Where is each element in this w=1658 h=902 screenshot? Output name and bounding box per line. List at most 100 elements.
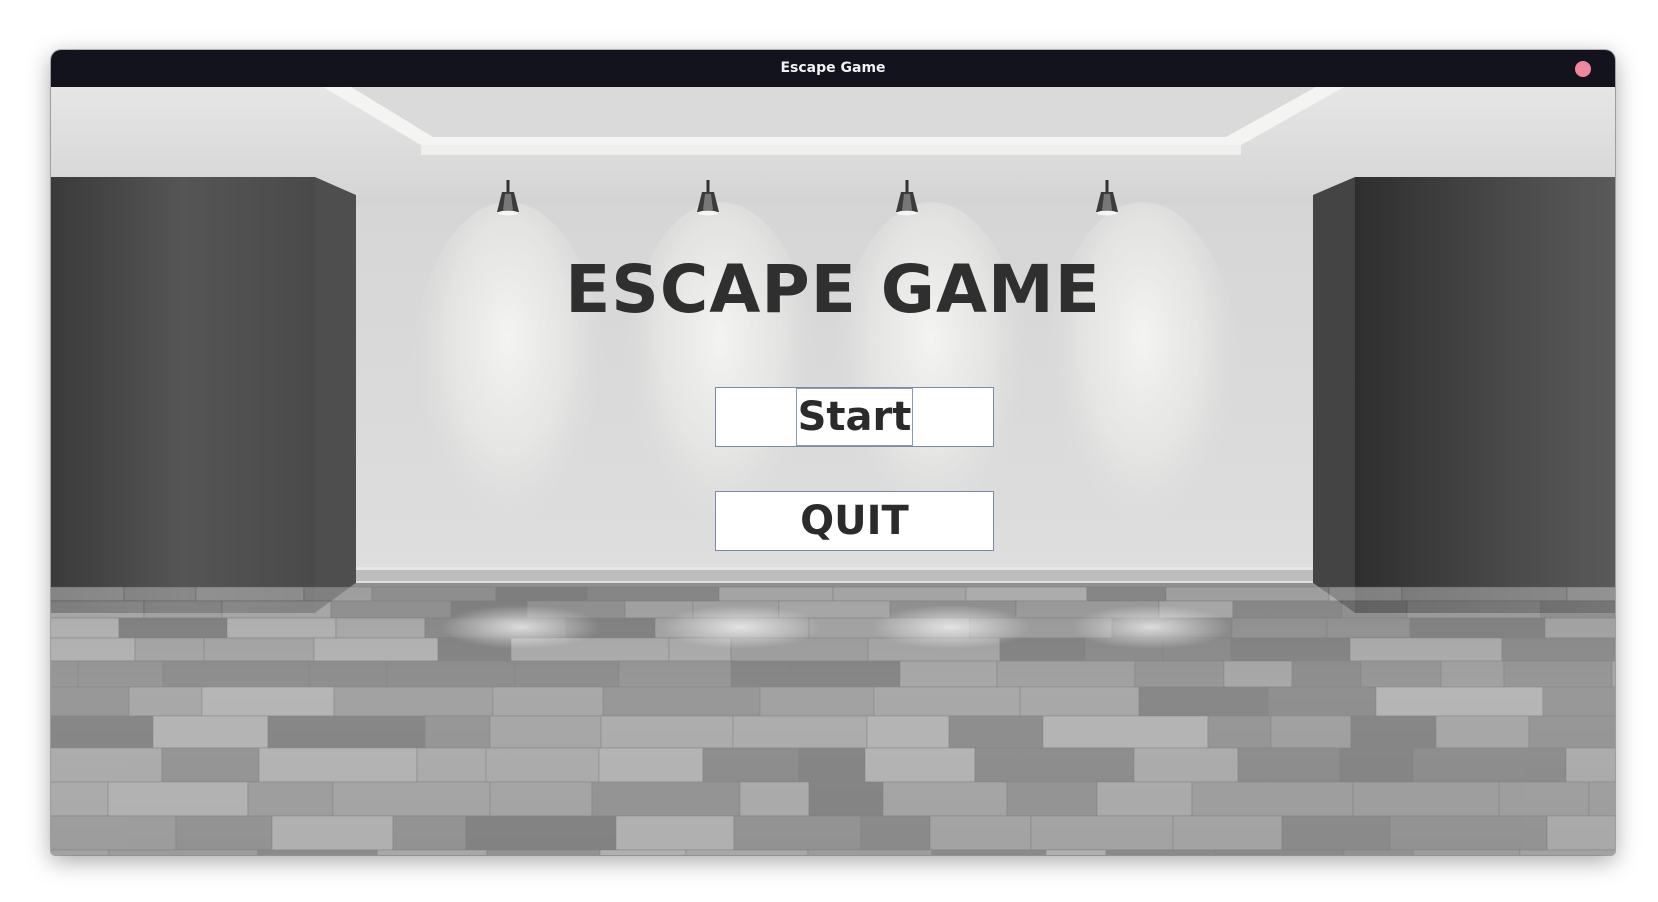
floor-plank [1546, 815, 1615, 851]
floor-plank [1215, 849, 1345, 855]
floor-plank [332, 781, 491, 817]
floor-plank [1401, 586, 1568, 602]
close-icon[interactable] [1575, 61, 1591, 77]
floor-plank [1412, 747, 1567, 783]
start-button[interactable]: Start [715, 387, 994, 447]
floor-plank [128, 686, 203, 717]
floor-plank [51, 715, 154, 749]
floor-plank [586, 586, 720, 602]
floor-plank [860, 815, 931, 851]
floor-plank [598, 747, 704, 783]
floor-plank [1440, 660, 1505, 688]
floor-plank [51, 747, 163, 783]
floor-plank [107, 781, 249, 817]
floor-plank [333, 686, 494, 717]
start-button-label: Start [795, 388, 914, 446]
floor-plank [258, 747, 418, 783]
floor-plank [807, 849, 933, 855]
floor-plank [1566, 586, 1615, 602]
game-scene: ESCAPE GAME Start QUIT [51, 87, 1615, 855]
floor-plank [1165, 586, 1330, 602]
floor-plank [1096, 781, 1193, 817]
floor-plank [1406, 600, 1542, 619]
floor-plank [618, 660, 732, 688]
floor-plank [330, 600, 452, 619]
floor-plank [51, 600, 145, 619]
floor-plank [465, 815, 617, 851]
floor-plank [1230, 637, 1351, 662]
floor-plank [143, 600, 223, 619]
floor-plank [1270, 715, 1352, 749]
floor-plank [948, 715, 1044, 749]
floor-plank [495, 586, 588, 602]
floor-plank [1565, 747, 1615, 783]
floor-plank [308, 660, 388, 688]
floor-plank [1540, 600, 1615, 619]
floor-plank [1503, 660, 1613, 688]
floor-plank [371, 586, 497, 602]
floor-plank [1138, 686, 1269, 717]
floor-plank [51, 586, 125, 602]
floor-plank [864, 747, 976, 783]
floor-plank [602, 686, 761, 717]
floor-plank [1134, 660, 1225, 688]
floor-plank [866, 715, 950, 749]
floor-plank [226, 617, 337, 639]
floor-plank [152, 715, 269, 749]
floor-plank [257, 849, 378, 855]
floor-plank [51, 849, 110, 855]
floor-plank [1207, 715, 1272, 749]
floor-plank [195, 586, 305, 602]
floor-plank [201, 686, 335, 717]
floor-plank [203, 637, 315, 662]
floor-plank [1528, 715, 1615, 749]
floor-plank [267, 715, 426, 749]
floor-plank [1172, 815, 1283, 851]
floor-plank [798, 747, 866, 783]
floor-plank [247, 781, 334, 817]
floor-plank [1343, 849, 1414, 855]
floor-plank [1360, 660, 1442, 688]
floor-plank [1328, 586, 1403, 602]
floor-plank [335, 617, 426, 639]
floor-plank [485, 747, 600, 783]
floor-plank [313, 637, 439, 662]
floor-plank [591, 781, 741, 817]
floor-plank [271, 815, 394, 851]
floor-plank [51, 781, 109, 817]
floor-plank [733, 815, 862, 851]
floor-plank [51, 660, 79, 688]
floor-plank [1409, 617, 1546, 639]
floor-plank [134, 637, 205, 662]
floor-plank [489, 715, 602, 749]
floor-plank [1237, 747, 1341, 783]
floor-plank [832, 586, 967, 602]
floor-plank [1339, 747, 1414, 783]
game-window: Escape Game ESCAPE GAME Start QUIT [51, 50, 1615, 855]
floor-plank [873, 686, 1021, 717]
floor-plank [1045, 849, 1107, 855]
title-bar[interactable]: Escape Game [51, 50, 1615, 87]
floor-plank [999, 637, 1086, 662]
floor-plank [1291, 660, 1362, 688]
floor-plank [492, 686, 604, 717]
floor-plank [996, 660, 1136, 688]
window-title: Escape Game [780, 60, 886, 76]
floor-plank [899, 660, 998, 688]
floor-plank [1375, 686, 1544, 717]
floor-plank [1501, 637, 1615, 662]
floor-plank [929, 815, 1032, 851]
floor-plank [965, 586, 1088, 602]
floor-plank [790, 660, 901, 688]
floor-plank [702, 747, 800, 783]
floor-plank [1105, 849, 1217, 855]
floor-plank [1352, 781, 1500, 817]
quit-button[interactable]: QUIT [715, 491, 994, 551]
floor-plank [221, 600, 332, 619]
floor-plank [739, 781, 810, 817]
floor-plank [1223, 660, 1293, 688]
floor-plank [386, 660, 516, 688]
floor-plank [1544, 617, 1615, 639]
floor-plank [51, 637, 136, 662]
floor-plank [1133, 747, 1239, 783]
